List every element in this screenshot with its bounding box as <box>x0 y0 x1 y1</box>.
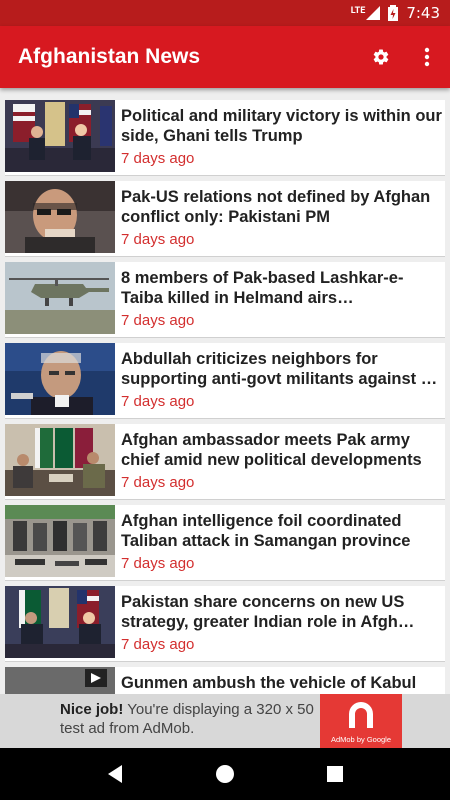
battery-icon <box>388 5 399 21</box>
app-bar: Afghanistan News <box>0 26 450 88</box>
news-thumbnail <box>5 181 115 253</box>
news-card[interactable]: Pakistan share concerns on new US strate… <box>5 586 445 662</box>
recents-icon <box>327 766 343 782</box>
back-button[interactable] <box>95 754 135 794</box>
news-headline: Gunmen ambush the vehicle of Kabul <box>121 674 417 692</box>
news-headline: Political and military victory is within… <box>121 107 442 145</box>
news-age: 7 days ago <box>121 312 195 329</box>
news-headline: 8 members of Pak-based Lashkar-e-Taiba k… <box>121 269 404 307</box>
news-card[interactable]: Afghan ambassador meets Pak army chief a… <box>5 424 445 500</box>
clock: 7:43 <box>406 4 440 22</box>
app-title: Afghanistan News <box>18 45 201 68</box>
news-age: 7 days ago <box>121 150 195 167</box>
news-thumbnail <box>5 586 115 658</box>
news-age: 7 days ago <box>121 231 195 248</box>
news-age: 7 days ago <box>121 393 195 410</box>
news-thumbnail <box>5 667 115 694</box>
news-headline: Pakistan share concerns on new US strate… <box>121 593 415 631</box>
news-thumbnail <box>5 505 115 577</box>
news-age: 7 days ago <box>121 636 195 653</box>
admob-label: AdMob by Google <box>330 735 392 744</box>
news-thumbnail <box>5 343 115 415</box>
news-card[interactable]: Gunmen ambush the vehicle of Kabul <box>5 667 445 694</box>
news-thumbnail <box>5 424 115 496</box>
news-card[interactable]: Pak-US relations not defined by Afghan c… <box>5 181 445 257</box>
ad-text-bold: Nice job! <box>60 701 124 718</box>
news-age: 7 days ago <box>121 474 195 491</box>
news-headline: Afghan ambassador meets Pak army chief a… <box>121 431 422 469</box>
recents-button[interactable] <box>315 754 355 794</box>
ad-banner[interactable]: Nice job! You're displaying a 320 x 50 t… <box>0 694 450 748</box>
admob-icon <box>349 702 373 728</box>
news-list[interactable]: Political and military victory is within… <box>0 88 450 694</box>
news-thumbnail <box>5 100 115 172</box>
network-type: LTE <box>350 6 366 16</box>
overflow-menu-button[interactable] <box>404 26 450 88</box>
home-button[interactable] <box>205 754 245 794</box>
navigation-bar <box>0 748 450 800</box>
signal-icon <box>366 6 381 20</box>
status-bar: LTE 7:43 <box>0 0 450 26</box>
news-headline: Afghan intelligence foil coordinated Tal… <box>121 512 411 550</box>
news-card[interactable]: Abdullah criticizes neighbors for suppor… <box>5 343 445 419</box>
news-headline: Pak-US relations not defined by Afghan c… <box>121 188 431 226</box>
news-card[interactable]: Afghan intelligence foil coordinated Tal… <box>5 505 445 581</box>
news-thumbnail <box>5 262 115 334</box>
back-icon <box>108 765 122 783</box>
more-vert-icon <box>424 47 430 67</box>
news-age: 7 days ago <box>121 555 195 572</box>
gear-icon <box>373 49 389 65</box>
news-card[interactable]: Political and military victory is within… <box>5 100 445 176</box>
admob-logo[interactable]: AdMob by Google <box>320 694 402 748</box>
network-indicator: LTE <box>351 6 381 20</box>
home-icon <box>216 765 234 783</box>
news-card[interactable]: 8 members of Pak-based Lashkar-e-Taiba k… <box>5 262 445 338</box>
settings-button[interactable] <box>358 26 404 88</box>
ad-text: Nice job! You're displaying a 320 x 50 t… <box>60 700 320 738</box>
news-headline: Abdullah criticizes neighbors for suppor… <box>121 350 438 388</box>
